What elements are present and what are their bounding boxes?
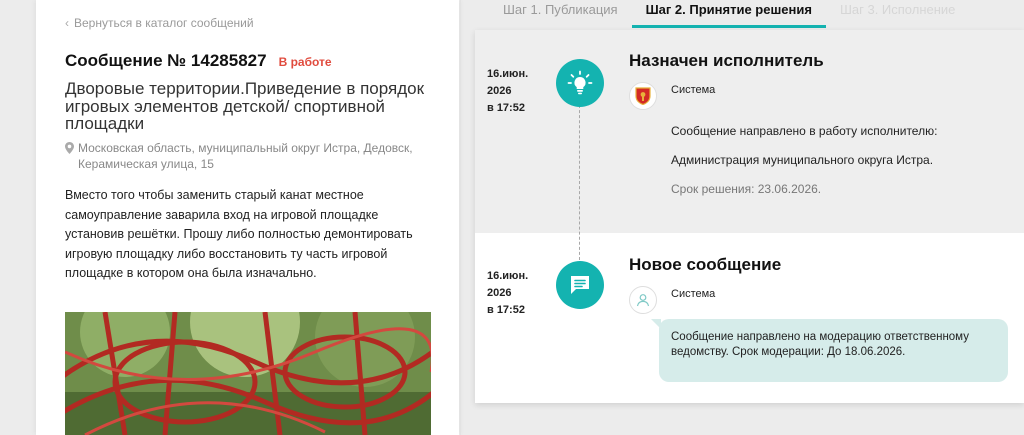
user-avatar-icon (629, 286, 657, 314)
event-date-time: в 17:52 (487, 102, 525, 114)
message-description: Вместо того чтобы заменить старый канат … (65, 188, 413, 281)
message-category: Дворовые территории.Приведение в порядок… (65, 79, 425, 133)
message-panel: ‹ Вернуться в каталог сообщений Сообщени… (36, 0, 459, 435)
step-tabs: Шаг 1. Публикация Шаг 2. Принятие решени… (475, 0, 1024, 30)
chat-icon (556, 261, 604, 309)
event-date-year: 2026 (487, 85, 512, 97)
location-pin-icon (65, 142, 74, 154)
panel-divider (460, 0, 461, 435)
coat-of-arms-icon (629, 82, 657, 110)
event-title: Назначен исполнитель (629, 51, 824, 70)
lightbulb-icon (556, 59, 604, 107)
event-author: Система (671, 84, 716, 96)
message-bubble: Сообщение направлено на модерацию ответс… (651, 319, 1008, 382)
tab-execution: Шаг 3. Исполнение (839, 2, 956, 17)
address-text: Московская область, муниципальный округ … (78, 141, 413, 171)
event-text-line: Сообщение направлено в работу исполнител… (671, 124, 938, 138)
event-date-day: 16.июн. (487, 68, 529, 80)
event-date-year: 2026 (487, 287, 512, 299)
event-author: Система (671, 288, 716, 300)
message-address: Московская область, муниципальный округ … (65, 140, 435, 172)
event-title: Новое сообщение (629, 255, 782, 274)
message-title: Сообщение № 14285827 (65, 51, 267, 70)
event-date-time: в 17:52 (487, 304, 525, 316)
back-to-catalog-link[interactable]: ‹ Вернуться в каталог сообщений (65, 16, 254, 30)
tab-decision[interactable]: Шаг 2. Принятие решения (631, 0, 826, 28)
event-deadline: Срок решения: 23.06.2026. (671, 182, 822, 196)
timeline-card: 16.июн. 2026 в 17:52 Назначен исполнител… (475, 30, 1024, 403)
tab-publication[interactable]: Шаг 1. Публикация (475, 0, 632, 28)
timeline-connector (579, 105, 580, 260)
event-date-day: 16.июн. (487, 270, 529, 282)
event-date: 16.июн. 2026 в 17:52 (487, 66, 547, 117)
status-badge: В работе (278, 55, 332, 69)
event-text-line: Администрация муниципального округа Истр… (671, 153, 934, 167)
message-photo[interactable] (65, 312, 431, 435)
back-link-label: Вернуться в каталог сообщений (74, 16, 254, 30)
message-header: Сообщение № 14285827 В работе (65, 51, 332, 71)
chevron-left-icon: ‹ (65, 16, 69, 30)
event-date: 16.июн. 2026 в 17:52 (487, 268, 547, 319)
